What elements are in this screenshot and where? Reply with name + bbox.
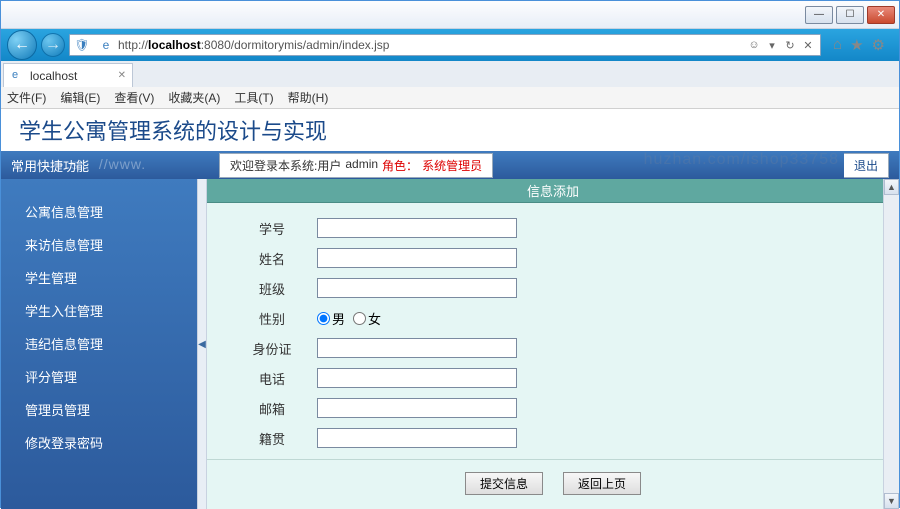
logout-link[interactable]: 退出 xyxy=(844,153,889,178)
splitter-handle[interactable]: ◀ xyxy=(197,179,207,509)
browser-tools: ⌂ ★ ⚙ xyxy=(825,36,893,54)
window-close-button[interactable]: ✕ xyxy=(867,6,895,24)
sidebar: 公寓信息管理 来访信息管理 学生管理 学生入住管理 违纪信息管理 评分管理 管理… xyxy=(1,179,197,509)
radio-male-label[interactable]: 男 xyxy=(317,309,345,328)
tab-strip: e localhost ✕ xyxy=(1,61,899,87)
scroll-up-icon[interactable]: ▲ xyxy=(884,179,899,195)
label-email: 邮箱 xyxy=(227,399,317,418)
favorites-icon[interactable]: ★ xyxy=(850,36,863,54)
app-title: 学生公寓管理系统的设计与实现 xyxy=(19,114,327,146)
sidebar-header-label: 常用快捷功能 xyxy=(11,156,89,175)
sidebar-item-apartment[interactable]: 公寓信息管理 xyxy=(25,195,197,228)
label-name: 姓名 xyxy=(227,249,317,268)
label-gender: 性别 xyxy=(227,309,317,328)
refresh-icon[interactable]: ↻ xyxy=(782,37,798,53)
label-native: 籍贯 xyxy=(227,429,317,448)
vertical-scrollbar[interactable]: ▲ ▼ xyxy=(883,179,899,509)
menu-view[interactable]: 查看(V) xyxy=(114,89,154,106)
ie-tab-icon: e xyxy=(12,69,26,83)
input-idcard[interactable] xyxy=(317,338,517,358)
app-topbar: 常用快捷功能 s ：//www. 欢迎登录本系统:用户 admin 角色： 系统… xyxy=(1,151,899,179)
stop-icon[interactable]: ✕ xyxy=(800,37,816,53)
browser-menubar: 文件(F) 编辑(E) 查看(V) 收藏夹(A) 工具(T) 帮助(H) xyxy=(1,87,899,109)
menu-favorites[interactable]: 收藏夹(A) xyxy=(168,89,220,106)
input-native[interactable] xyxy=(317,428,517,448)
home-icon[interactable]: ⌂ xyxy=(833,36,842,54)
form-actions: 提交信息 返回上页 xyxy=(207,459,899,507)
input-class[interactable] xyxy=(317,278,517,298)
input-phone[interactable] xyxy=(317,368,517,388)
submit-button[interactable]: 提交信息 xyxy=(465,472,543,495)
label-idcard: 身份证 xyxy=(227,339,317,358)
tab-title: localhost xyxy=(30,69,77,83)
browser-navbar: ← → 🛡 e http://localhost:8080/dormitorym… xyxy=(1,29,899,61)
content-panel: 信息添加 学号 姓名 班级 性别 男 女 身份证 电话 邮箱 籍贯 提交信息 返… xyxy=(207,179,899,509)
forward-button[interactable]: → xyxy=(41,33,65,57)
role-value: 系统管理员 xyxy=(422,157,482,174)
sidebar-item-score[interactable]: 评分管理 xyxy=(25,360,197,393)
site-identity-icon[interactable]: 🛡 xyxy=(73,36,91,54)
window-minimize-button[interactable]: — xyxy=(805,6,833,24)
compat-view-icon[interactable]: ☺ xyxy=(746,37,762,53)
window-maximize-button[interactable]: ☐ xyxy=(836,6,864,24)
input-email[interactable] xyxy=(317,398,517,418)
label-sno: 学号 xyxy=(227,219,317,238)
radio-female[interactable] xyxy=(353,312,366,325)
welcome-prefix: 欢迎登录本系统:用户 xyxy=(230,157,341,174)
menu-help[interactable]: 帮助(H) xyxy=(288,89,329,106)
role-label: 角色： xyxy=(382,157,418,174)
tab-close-icon[interactable]: ✕ xyxy=(118,70,126,81)
sidebar-item-checkin[interactable]: 学生入住管理 xyxy=(25,294,197,327)
label-phone: 电话 xyxy=(227,369,317,388)
sidebar-item-password[interactable]: 修改登录密码 xyxy=(25,426,197,459)
menu-edit[interactable]: 编辑(E) xyxy=(60,89,100,106)
sidebar-item-admin[interactable]: 管理员管理 xyxy=(25,393,197,426)
radio-male[interactable] xyxy=(317,312,330,325)
label-class: 班级 xyxy=(227,279,317,298)
main-area: 公寓信息管理 来访信息管理 学生管理 学生入住管理 违纪信息管理 评分管理 管理… xyxy=(1,179,899,509)
settings-icon[interactable]: ⚙ xyxy=(872,36,885,54)
back-button[interactable]: ← xyxy=(7,30,37,60)
sidebar-item-visitor[interactable]: 来访信息管理 xyxy=(25,228,197,261)
dropdown-icon[interactable]: ▾ xyxy=(764,37,780,53)
form-title: 信息添加 xyxy=(207,179,899,203)
input-name[interactable] xyxy=(317,248,517,268)
browser-tab[interactable]: e localhost ✕ xyxy=(3,63,133,87)
address-bar[interactable]: 🛡 e http://localhost:8080/dormitorymis/a… xyxy=(69,34,821,56)
menu-file[interactable]: 文件(F) xyxy=(7,89,46,106)
window-titlebar: — ☐ ✕ xyxy=(1,1,899,29)
ie-icon: e xyxy=(97,36,115,54)
menu-tools[interactable]: 工具(T) xyxy=(234,89,273,106)
url-text: http://localhost:8080/dormitorymis/admin… xyxy=(118,38,742,52)
sidebar-item-student[interactable]: 学生管理 xyxy=(25,261,197,294)
back-button-form[interactable]: 返回上页 xyxy=(563,472,641,495)
scroll-down-icon[interactable]: ▼ xyxy=(884,493,899,509)
radio-female-label[interactable]: 女 xyxy=(353,309,381,328)
welcome-panel: 欢迎登录本系统:用户 admin 角色： 系统管理员 xyxy=(219,153,493,178)
form-body: 学号 姓名 班级 性别 男 女 身份证 电话 邮箱 籍贯 xyxy=(207,203,899,453)
input-sno[interactable] xyxy=(317,218,517,238)
welcome-user: admin xyxy=(345,157,378,174)
app-header: 学生公寓管理系统的设计与实现 xyxy=(1,109,899,151)
sidebar-item-violation[interactable]: 违纪信息管理 xyxy=(25,327,197,360)
